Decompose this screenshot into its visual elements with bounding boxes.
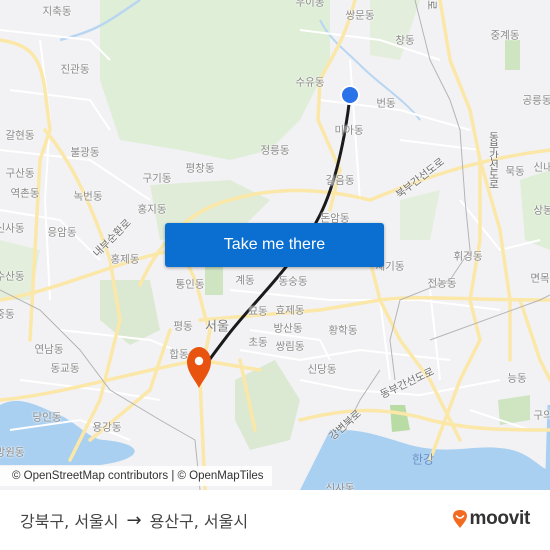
map-label-jingwan: 진관동 (60, 63, 90, 76)
map-label-guui: 구의 (533, 409, 550, 422)
map-label-hyoje: 효제동 (275, 304, 305, 317)
map-label-mia: 미아동 (334, 124, 364, 137)
map-label-hongji: 홍지동 (137, 203, 167, 216)
map-label-gugi: 구기동 (142, 172, 172, 185)
origin-label: 강북구, 서울시 (20, 512, 119, 531)
map-label-junggye: 중계동 (490, 29, 520, 42)
map-label-ssangnim: 쌍림동 (275, 340, 305, 353)
park-namsan (235, 360, 300, 450)
map-label-hangang: 한강 (411, 452, 435, 467)
map-label-jung: 중동 (0, 308, 15, 321)
map-label-hwanghak: 황학동 (328, 324, 358, 337)
map-label-nokbeon: 녹번동 (73, 190, 103, 203)
map-label-gusan: 구산동 (5, 167, 35, 180)
map-label-beon: 번동 (376, 97, 396, 110)
map-label-suyu-top: 우이동 (295, 0, 325, 9)
map-label-pyeong: 평동 (173, 320, 193, 333)
map-label-jeongneung: 정릉동 (260, 144, 290, 157)
map-label-eungam: 응암동 (47, 226, 77, 239)
map-label-susaek: 수산동 (0, 270, 25, 283)
map-label-pyeongchang: 평창동 (185, 162, 215, 175)
map-label-mangwon: 망원동 (0, 446, 25, 459)
map-label-bangsan: 방산동 (273, 322, 303, 335)
map-label-gireum: 길음동 (325, 174, 355, 187)
park-tongin (205, 265, 223, 295)
map-label-gye: 계동 (235, 274, 255, 287)
map-label-sangbong: 상봉 (533, 204, 550, 217)
map-label-tongin: 통인동 (175, 278, 205, 291)
map-label-hap: 합동 (169, 348, 189, 361)
map[interactable]: 지축동진관동 우이동쌍문동창동 중계동수유동번동 공릉동미아동 갈현동불광동 정릉동구산동… (0, 0, 550, 490)
map-label-suyu: 수유동 (295, 76, 325, 89)
destination-pin-icon[interactable] (187, 347, 211, 388)
map-label-galhyeon: 갈현동 (5, 129, 35, 142)
map-label-dangin: 당인동 (32, 411, 62, 424)
route-summary: 강북구, 서울시 → 용산구, 서울시 (20, 508, 248, 532)
park-green-ne (505, 40, 520, 70)
map-label-muk: 묵동 (505, 165, 525, 178)
map-label-gongneung: 공릉동 (522, 94, 550, 107)
map-label-bulgwang: 불광동 (70, 146, 100, 159)
map-label-cho: 초동 (248, 336, 268, 349)
destination-label: 용산구, 서울시 (149, 512, 249, 531)
map-label-hongje: 홍제동 (110, 253, 140, 266)
map-label-seoul: 서울 (205, 319, 229, 335)
map-label-sinsa-s: 신사동 (325, 482, 355, 491)
moovit-pin-icon (452, 510, 467, 528)
map-label-sinsa: 신사동 (0, 222, 25, 235)
take-me-there-button[interactable]: Take me there (165, 223, 384, 267)
map-label-neung: 능동 (507, 372, 527, 385)
arrow-right-icon: → (126, 509, 142, 531)
moovit-wordmark: moovit (469, 508, 531, 529)
map-label-sinnae: 신내 (533, 161, 550, 174)
map-label-ssangmun: 쌍문동 (345, 9, 375, 22)
map-label-dongyo: 동교동 (50, 362, 80, 375)
moovit-logo[interactable]: moovit (452, 508, 530, 530)
map-attribution: © OpenStreetMap contributors | © OpenMap… (0, 466, 272, 486)
map-label-dongbu-v: 동부간선도로 (487, 131, 500, 189)
map-label-chang: 창동 (395, 34, 415, 47)
map-label-sungin: 동숭동 (278, 275, 308, 288)
map-label-jeonnong: 전농동 (427, 277, 457, 290)
map-label-ro-top: 로 (425, 0, 438, 10)
map-label-jichuk: 지축동 (42, 5, 72, 18)
footer: 강북구, 서울시 → 용산구, 서울시 moovit (0, 490, 550, 550)
park-seoul-forest (390, 405, 410, 432)
map-label-sindang: 신당동 (307, 363, 337, 376)
map-label-myeonmok: 면목 (530, 272, 550, 285)
map-label-myo: 묘동 (248, 305, 268, 318)
map-label-yonggang: 용강동 (92, 421, 122, 434)
map-label-hwigyeong: 휘경동 (453, 250, 483, 263)
origin-marker[interactable] (340, 85, 360, 105)
map-label-yeokchon: 역촌동 (10, 187, 40, 200)
map-label-yeonnam: 연남동 (34, 343, 64, 356)
